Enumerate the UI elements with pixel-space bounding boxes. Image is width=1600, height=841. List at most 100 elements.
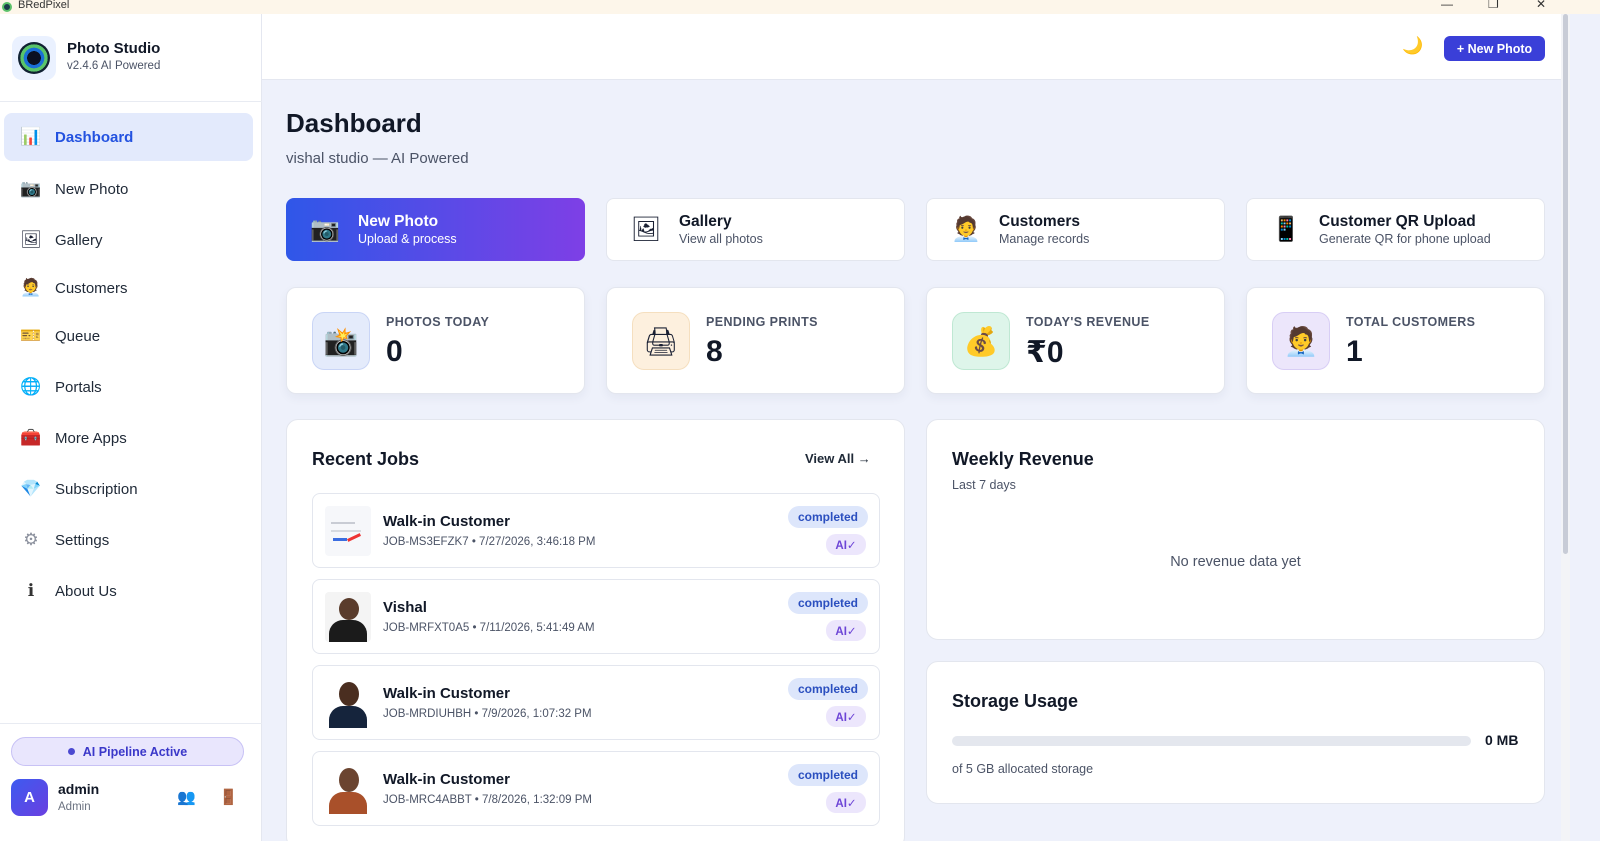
weekly-revenue-title: Weekly Revenue	[952, 449, 1094, 469]
window-titlebar: BRedPixel — ❐ ✕	[0, 0, 1600, 14]
job-meta: JOB-MS3EFZK7 • 7/27/2026, 3:46:18 PM	[383, 536, 596, 548]
storage-usage-card: Storage Usage 0 MB of 5 GB allocated sto…	[926, 661, 1545, 804]
stat-value: ₹0	[1026, 336, 1064, 369]
client-icon: 🧑‍💼	[951, 216, 981, 243]
sidebar-item-gallery[interactable]: 🖼 Gallery	[4, 216, 253, 264]
page-title: Dashboard	[286, 108, 422, 138]
quick-action-subtitle: Upload & process	[358, 232, 457, 246]
quick-action-subtitle: Manage records	[999, 232, 1090, 246]
sidebar-item-customers[interactable]: 🧑‍💼 Customers	[4, 264, 253, 312]
job-customer-name: Vishal	[383, 599, 427, 616]
job-row[interactable]: Walk-in Customer JOB-MS3EFZK7 • 7/27/202…	[312, 493, 880, 568]
restore-button[interactable]: ❐	[1488, 0, 1499, 11]
top-header: 🌙 + New Photo	[262, 14, 1563, 80]
camera-flash-icon: 📸	[312, 312, 370, 370]
picture-icon: 🖼	[630, 216, 662, 243]
sidebar-item-about-us[interactable]: ℹ About Us	[4, 567, 253, 615]
brand-header: Photo Studio v2.4.6 AI Powered	[0, 14, 262, 102]
job-meta: JOB-MRC4ABBT • 7/8/2026, 1:32:09 PM	[383, 794, 592, 806]
sidebar: Photo Studio v2.4.6 AI Powered 📊 Dashboa…	[0, 14, 262, 841]
ai-badge: AI✓	[826, 620, 866, 641]
job-thumbnail	[325, 764, 371, 814]
ai-badge: AI✓	[826, 792, 866, 813]
quick-action-customers[interactable]: 🧑‍💼 Customers Manage records	[926, 198, 1225, 261]
storage-progress-track	[952, 736, 1471, 746]
recent-jobs-card: Recent Jobs View All → Walk-in Customer …	[286, 419, 905, 841]
weekly-revenue-card: Weekly Revenue Last 7 days No revenue da…	[926, 419, 1545, 640]
storage-usage-title: Storage Usage	[952, 691, 1079, 711]
bar-chart-icon: 📊	[20, 127, 42, 146]
job-row[interactable]: Vishal JOB-MRFXT0A5 • 7/11/2026, 5:41:49…	[312, 579, 880, 654]
diamond-icon: 💎	[20, 479, 42, 498]
job-thumbnail	[325, 592, 371, 642]
status-badge: completed	[787, 506, 868, 528]
sidebar-item-label: Queue	[55, 327, 101, 345]
ai-badge: AI✓	[826, 706, 866, 727]
job-meta: JOB-MRFXT0A5 • 7/11/2026, 5:41:49 AM	[383, 622, 595, 634]
sidebar-item-label: Gallery	[55, 231, 103, 249]
scrollbar-thumb[interactable]	[1563, 14, 1568, 554]
quick-action-customer-qr-upload[interactable]: 📱 Customer QR Upload Generate QR for pho…	[1246, 198, 1545, 261]
sidebar-footer: AI Pipeline Active A admin Admin 👥 🚪	[0, 723, 262, 841]
job-row[interactable]: Walk-in Customer JOB-MRC4ABBT • 7/8/2026…	[312, 751, 880, 826]
job-thumbnail	[325, 506, 371, 556]
job-customer-name: Walk-in Customer	[383, 685, 510, 702]
status-dot-icon	[67, 748, 75, 755]
stat-card-photos-today: 📸 PHOTOS TODAY 0	[286, 287, 585, 394]
toolbox-icon: 🧰	[20, 428, 42, 447]
stat-label: TOTAL CUSTOMERS	[1346, 315, 1476, 329]
page-subtitle: vishal studio — AI Powered	[286, 150, 469, 167]
sidebar-item-dashboard[interactable]: 📊 Dashboard	[4, 113, 253, 161]
new-photo-button[interactable]: + New Photo	[1444, 36, 1545, 61]
users-icon[interactable]: 👥	[177, 788, 196, 806]
job-meta: JOB-MRDIUHBH • 7/9/2026, 1:07:32 PM	[383, 708, 592, 720]
user-name: admin	[58, 781, 100, 797]
sidebar-item-label: Dashboard	[55, 128, 134, 146]
pipeline-label: AI Pipeline Active	[82, 744, 188, 759]
window-title: BRedPixel	[18, 0, 70, 11]
status-badge: completed	[787, 764, 868, 786]
stat-value: 1	[1346, 335, 1363, 368]
printer-icon: 🖨	[632, 312, 690, 370]
close-button[interactable]: ✕	[1536, 0, 1546, 11]
client-icon: 🧑‍💼	[1272, 312, 1330, 370]
sidebar-item-label: More Apps	[55, 429, 127, 447]
sidebar-item-new-photo[interactable]: 📷 New Photo	[4, 165, 253, 213]
sidebar-item-portals[interactable]: 🌐 Portals	[4, 363, 253, 411]
logout-door-icon[interactable]: 🚪	[219, 788, 238, 806]
sidebar-item-subscription[interactable]: 💎 Subscription	[4, 465, 253, 513]
sidebar-item-queue[interactable]: 🎫 Queue	[4, 312, 253, 360]
sidebar-item-label: About Us	[55, 582, 117, 600]
avatar[interactable]: A	[11, 779, 48, 816]
camera-icon: 📷	[310, 216, 340, 243]
quick-action-gallery[interactable]: 🖼 Gallery View all photos	[606, 198, 905, 261]
stat-label: PENDING PRINTS	[706, 315, 818, 329]
quick-action-title: Customer QR Upload	[1319, 213, 1476, 230]
job-row[interactable]: Walk-in Customer JOB-MRDIUHBH • 7/9/2026…	[312, 665, 880, 740]
status-badge: completed	[787, 678, 868, 700]
brand-subtitle: v2.4.6 AI Powered	[67, 60, 161, 72]
weekly-revenue-empty-state: No revenue data yet	[1170, 554, 1301, 570]
dark-mode-toggle-icon[interactable]: 🌙	[1402, 36, 1423, 56]
recent-jobs-title: Recent Jobs	[312, 449, 420, 469]
app-icon	[2, 2, 12, 12]
ai-pipeline-status: AI Pipeline Active	[11, 737, 244, 766]
status-badge: completed	[787, 592, 868, 614]
sidebar-item-label: Customers	[55, 279, 128, 297]
camera-icon: 📷	[20, 179, 42, 198]
job-thumbnail	[325, 678, 371, 728]
quick-action-title: Gallery	[679, 213, 732, 230]
sidebar-item-label: New Photo	[55, 180, 129, 198]
sidebar-item-more-apps[interactable]: 🧰 More Apps	[4, 414, 253, 462]
money-bag-icon: 💰	[952, 312, 1010, 370]
view-all-link[interactable]: View All →	[805, 451, 871, 466]
info-icon: ℹ	[27, 581, 35, 600]
qr-phone-icon: 📱	[1271, 216, 1301, 243]
quick-action-new-photo[interactable]: 📷 New Photo Upload & process	[286, 198, 585, 261]
sidebar-item-settings[interactable]: ⚙ Settings	[4, 516, 253, 564]
user-role: Admin	[58, 801, 91, 813]
minimize-button[interactable]: —	[1441, 0, 1453, 11]
brand-title: Photo Studio	[67, 40, 161, 57]
stat-value: 8	[706, 335, 723, 368]
sidebar-item-label: Settings	[55, 531, 110, 549]
